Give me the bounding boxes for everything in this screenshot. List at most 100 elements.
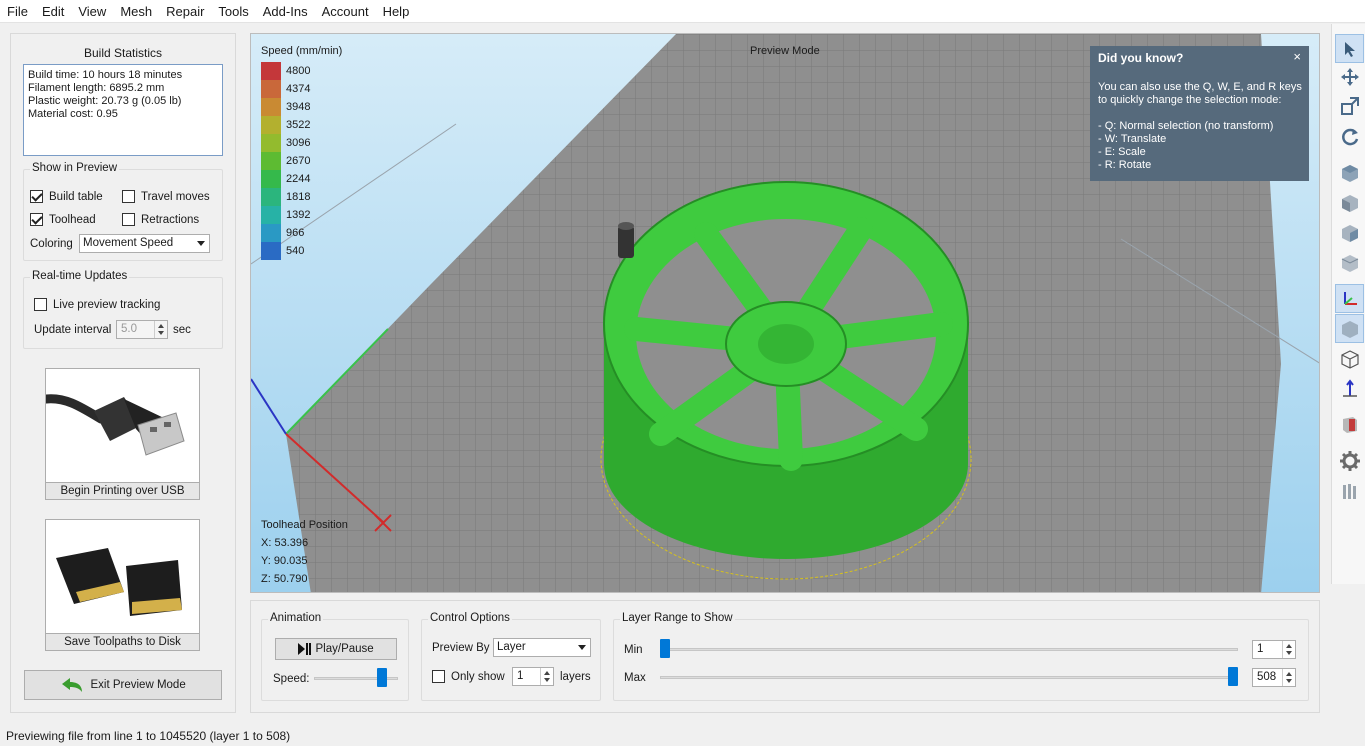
checkbox-unchecked (122, 213, 135, 226)
view-cube-4-icon[interactable] (1335, 248, 1364, 277)
spin-arrows-icon[interactable] (1282, 641, 1295, 658)
legend-swatch (261, 152, 281, 170)
coloring-select[interactable]: Movement Speed (79, 234, 210, 253)
tip-title: Did you know? (1098, 51, 1184, 65)
close-icon[interactable]: × (1293, 50, 1301, 63)
min-layer-slider-track[interactable] (660, 648, 1238, 651)
legend-value: 1392 (286, 209, 311, 221)
save-toolpaths-card[interactable]: Save Toolpaths to Disk (45, 519, 200, 651)
only-show-checkbox[interactable]: Only show (432, 670, 505, 683)
animation-title: Animation (268, 612, 324, 624)
control-options-group: Control Options Preview By Layer Only sh… (421, 612, 601, 701)
legend-row: 966 (261, 224, 304, 242)
realtime-updates-group: Real-time Updates Live preview tracking … (23, 270, 223, 349)
legend-swatch (261, 134, 281, 152)
menu-mesh[interactable]: Mesh (113, 0, 159, 23)
legend-value: 4800 (286, 65, 311, 77)
min-layer-slider-thumb[interactable] (660, 639, 670, 658)
max-layer-spinbox[interactable]: 508 (1252, 668, 1296, 687)
view-cube-3-icon[interactable] (1335, 218, 1364, 247)
view-cube-1-icon[interactable] (1335, 158, 1364, 187)
live-preview-tracking-checkbox[interactable]: Live preview tracking (34, 298, 160, 311)
legend-row: 1818 (261, 188, 310, 206)
exit-preview-button[interactable]: Exit Preview Mode (24, 670, 222, 700)
toolhead-checkbox[interactable]: Toolhead (30, 213, 96, 226)
usb-print-card[interactable]: Begin Printing over USB (41, 368, 200, 500)
menu-help[interactable]: Help (376, 0, 417, 23)
tip-body: You can also use the Q, W, E, and R keys… (1098, 81, 1302, 171)
menu-view[interactable]: View (71, 0, 113, 23)
usb-cable-image (41, 394, 185, 456)
preview-by-select[interactable]: Layer (493, 638, 591, 657)
only-show-label: Only show (451, 670, 505, 683)
rotate-icon[interactable] (1335, 122, 1364, 151)
supports-icon[interactable] (1335, 476, 1364, 505)
menu-file[interactable]: File (0, 0, 35, 23)
legend-swatch (261, 98, 281, 116)
legend-row: 2670 (261, 152, 310, 170)
toolhead-z: Z: 50.790 (261, 573, 308, 585)
select-arrow-icon[interactable] (1335, 34, 1364, 63)
translate-icon[interactable] (1335, 62, 1364, 91)
checkbox-unchecked (122, 190, 135, 203)
chevron-down-icon (197, 241, 205, 246)
play-pause-label: Play/Pause (315, 643, 374, 655)
toolhead-x: X: 53.396 (261, 537, 309, 549)
speed-label: Speed: (273, 673, 310, 685)
layers-label: layers (560, 671, 591, 683)
travel-moves-label: Travel moves (141, 190, 210, 203)
min-layer-spinbox[interactable]: 1 (1252, 640, 1296, 659)
menu-account[interactable]: Account (315, 0, 376, 23)
build-statistics-title: Build Statistics (83, 46, 163, 60)
solid-cube-icon[interactable] (1335, 314, 1364, 343)
preview-viewport[interactable]: Speed (mm/min) Preview Mode 4800 4374 39… (250, 33, 1320, 593)
min-label: Min (624, 644, 643, 656)
menu-add-ins[interactable]: Add-Ins (256, 0, 315, 23)
legend-row: 1392 (261, 206, 310, 224)
settings-gear-icon[interactable] (1335, 446, 1364, 475)
retractions-checkbox[interactable]: Retractions (122, 213, 199, 226)
realtime-updates-title: Real-time Updates (30, 270, 130, 282)
legend-row: 3522 (261, 116, 310, 134)
preview-by-value: Layer (497, 641, 526, 653)
max-layer-value: 508 (1257, 671, 1277, 683)
legend-swatch (261, 224, 281, 242)
max-layer-slider-thumb[interactable] (1228, 667, 1238, 686)
scale-icon[interactable] (1335, 91, 1364, 120)
checkbox-checked (30, 213, 43, 226)
spin-arrows-icon[interactable] (540, 668, 553, 685)
left-panel: Build Statistics Build time: 10 hours 18… (10, 33, 236, 713)
show-in-preview-group: Show in Preview Build table Travel moves… (23, 162, 223, 261)
max-layer-slider-track[interactable] (660, 676, 1238, 679)
speed-slider-thumb[interactable] (376, 668, 387, 687)
menu-edit[interactable]: Edit (35, 0, 71, 23)
legend-title: Speed (mm/min) (261, 45, 343, 57)
view-cube-2-icon[interactable] (1335, 188, 1364, 217)
legend-row: 540 (261, 242, 304, 260)
legend-row: 3096 (261, 134, 310, 152)
checkbox-unchecked (34, 298, 47, 311)
status-bar: Previewing file from line 1 to 1045520 (… (0, 726, 1365, 746)
build-statistics-box[interactable]: Build time: 10 hours 18 minutes Filament… (23, 64, 223, 156)
spin-arrows-icon[interactable] (154, 321, 167, 338)
update-interval-unit: sec (173, 324, 191, 336)
preview-by-label: Preview By (432, 642, 490, 654)
menu-repair[interactable]: Repair (159, 0, 211, 23)
legend-swatch (261, 80, 281, 98)
travel-moves-checkbox[interactable]: Travel moves (122, 190, 210, 203)
play-pause-button[interactable]: Play/Pause (275, 638, 397, 660)
control-options-title: Control Options (428, 612, 512, 624)
play-pause-icon (298, 642, 312, 655)
axes-icon[interactable] (1335, 284, 1364, 313)
section-icon[interactable] (1335, 409, 1364, 438)
plastic-weight: Plastic weight: 20.73 g (0.05 lb) (28, 95, 182, 107)
build-table-checkbox[interactable]: Build table (30, 190, 103, 203)
menu-tools[interactable]: Tools (211, 0, 255, 23)
update-interval-spinbox[interactable]: 5.0 (116, 320, 168, 339)
only-show-layers-spinbox[interactable]: 1 (512, 667, 554, 686)
coloring-label: Coloring (30, 238, 73, 250)
legend-swatch (261, 206, 281, 224)
wireframe-cube-icon[interactable] (1335, 344, 1364, 373)
z-axis-icon[interactable] (1335, 374, 1364, 403)
spin-arrows-icon[interactable] (1282, 669, 1295, 686)
